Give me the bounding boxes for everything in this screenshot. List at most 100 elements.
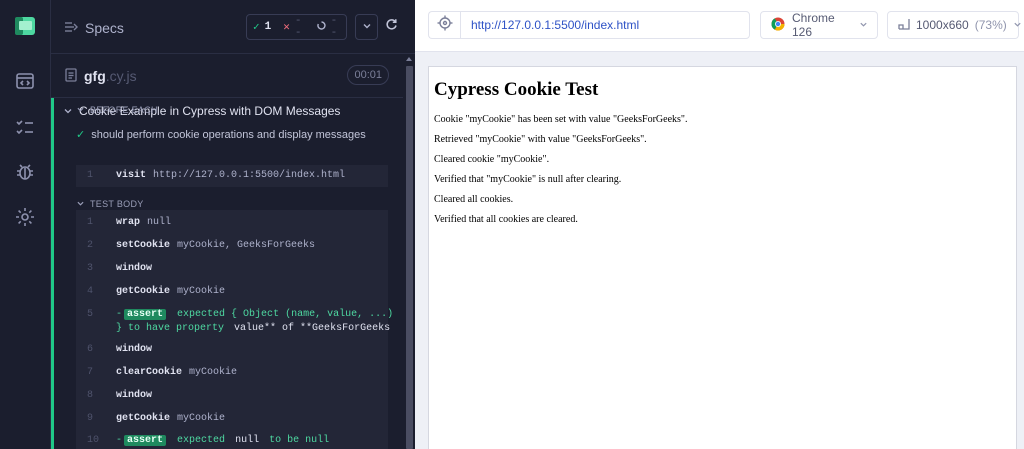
aut-iframe[interactable]: Cypress Cookie Test Cookie "myCookie" ha… xyxy=(428,66,1017,449)
cypress-logo-icon[interactable] xyxy=(14,16,36,36)
message-line: Verified that all cookies are cleared. xyxy=(434,214,578,225)
command-row[interactable]: 2 setCookie myCookie, GeeksForGeeks xyxy=(76,236,388,256)
command-name: visit xyxy=(116,170,147,181)
failed-stat: ✕ -- xyxy=(277,15,310,39)
command-row[interactable]: 1 visit http://127.0.0.1:5500/index.html xyxy=(76,166,388,186)
command-number: 2 xyxy=(87,240,94,251)
command-number: 10 xyxy=(87,435,100,446)
command-name: getCookie xyxy=(116,413,171,424)
command-row[interactable]: 9 getCookie myCookie xyxy=(76,409,388,429)
before-each-hook-title[interactable]: BEFORE EACH xyxy=(77,105,158,115)
chevron-down-icon xyxy=(859,18,868,32)
passed-count: 1 xyxy=(264,21,272,33)
command-name: wrap xyxy=(116,217,141,228)
gear-icon[interactable] xyxy=(14,206,36,228)
crosshair-icon xyxy=(437,15,453,36)
command-number: 9 xyxy=(87,413,94,424)
assert-message-line2: } to have property xyxy=(116,323,225,334)
command-name: window xyxy=(116,344,153,355)
spec-duration-badge: 00:01 xyxy=(347,65,389,85)
pending-count: -- xyxy=(330,15,338,39)
specs-link[interactable]: Specs xyxy=(64,18,124,38)
assert-value: null xyxy=(235,435,260,446)
document-icon xyxy=(65,68,77,87)
command-args: myCookie xyxy=(189,367,238,378)
chevron-down-icon xyxy=(64,104,72,118)
test-body-hook-title[interactable]: TEST BODY xyxy=(77,199,144,209)
command-row[interactable]: 3 window xyxy=(76,259,388,279)
assert-tail: to be null xyxy=(269,435,330,446)
reporter-header: Specs ✓ 1 ✕ -- -- xyxy=(51,0,415,54)
check-icon: ✓ xyxy=(76,129,86,141)
check-icon: ✓ xyxy=(253,22,260,34)
scrollbar-thumb[interactable] xyxy=(406,66,413,449)
command-row[interactable]: 8 window xyxy=(76,386,388,406)
reload-icon xyxy=(385,18,398,36)
message-line: Cleared cookie "myCookie". xyxy=(434,154,550,165)
aut-browser-area: http://127.0.0.1:5500/index.html Chrome … xyxy=(415,0,1024,449)
list-checks-icon[interactable] xyxy=(14,116,36,138)
bug-icon[interactable] xyxy=(14,161,36,183)
command-number: 4 xyxy=(87,286,94,297)
reporter-scrollbar[interactable] xyxy=(403,54,415,449)
assert-row[interactable]: 5 - assert expected { Object (name, value… xyxy=(76,305,393,337)
command-number: 1 xyxy=(87,170,94,181)
pending-stat: -- xyxy=(311,15,346,39)
command-name: clearCookie xyxy=(116,367,183,378)
message-line: Retrieved "myCookie" with value "GeeksFo… xyxy=(434,134,647,145)
before-each-commands: 1 visit http://127.0.0.1:5500/index.html xyxy=(76,165,388,187)
assert-message-line1: expected { Object (name, value, ...) xyxy=(177,309,394,320)
selector-playground-button[interactable] xyxy=(428,11,460,39)
pending-circle-icon xyxy=(316,20,326,34)
chrome-icon xyxy=(771,17,785,34)
before-each-label: BEFORE EACH xyxy=(90,105,158,115)
chevron-down-icon xyxy=(77,199,84,209)
suite-pass-bar xyxy=(51,98,54,449)
assert-expected: expected xyxy=(177,435,226,446)
message-line: Cookie "myCookie" has been set with valu… xyxy=(434,114,688,125)
command-name: window xyxy=(116,263,153,274)
run-stats: ✓ 1 ✕ -- -- xyxy=(246,14,347,40)
command-row[interactable]: 7 clearCookie myCookie xyxy=(76,363,388,383)
failed-count: -- xyxy=(294,15,302,39)
viewport-zoom: (73%) xyxy=(974,18,1007,32)
list-arrow-icon xyxy=(64,20,78,37)
message-line: Verified that "myCookie" is null after c… xyxy=(434,174,622,185)
command-args: null xyxy=(147,217,172,228)
url-bar: http://127.0.0.1:5500/index.html Chrome … xyxy=(415,0,1024,52)
browser-name: Chrome 126 xyxy=(792,11,835,39)
spec-file-name[interactable]: gfg.cy.js xyxy=(84,68,137,84)
scroll-up-arrow-icon[interactable] xyxy=(406,57,412,61)
toggle-auto-scroll-button[interactable] xyxy=(355,14,378,40)
x-icon: ✕ xyxy=(283,22,290,34)
test-body-label: TEST BODY xyxy=(90,199,144,209)
chevron-down-icon xyxy=(1013,18,1022,32)
browser-window-icon[interactable] xyxy=(14,70,36,92)
side-nav xyxy=(0,0,51,449)
chevron-down-icon xyxy=(77,105,84,115)
command-row[interactable]: 1 wrap null xyxy=(76,213,388,233)
test-body-commands: 1 wrap null 2 setCookie myCookie, GeeksFor… xyxy=(76,210,393,449)
command-number: 5 xyxy=(87,309,94,320)
command-row[interactable]: 6 window xyxy=(76,340,388,360)
command-name: window xyxy=(116,390,153,401)
chevron-down-icon xyxy=(362,18,372,36)
page-heading: Cypress Cookie Test xyxy=(434,79,599,100)
command-number: 7 xyxy=(87,367,94,378)
command-row[interactable]: 4 getCookie myCookie xyxy=(76,282,388,302)
viewport-selector[interactable]: 1000x660 (73%) xyxy=(887,11,1022,39)
message-line: Cleared all cookies. xyxy=(434,194,514,205)
command-args: http://127.0.0.1:5500/index.html xyxy=(153,170,346,181)
test-title-row[interactable]: ✓ should perform cookie operations and d… xyxy=(76,128,366,142)
command-args: myCookie xyxy=(177,413,226,424)
passed-stat: ✓ 1 xyxy=(247,15,277,39)
command-args: myCookie, GeeksForGeeks xyxy=(177,240,316,251)
rerun-button[interactable] xyxy=(380,14,403,40)
command-number: 6 xyxy=(87,344,94,355)
resize-icon xyxy=(898,18,910,33)
browser-selector[interactable]: Chrome 126 xyxy=(760,11,878,39)
url-display[interactable]: http://127.0.0.1:5500/index.html xyxy=(460,11,750,39)
spec-file-ext: .cy.js xyxy=(105,68,137,84)
command-number: 8 xyxy=(87,390,94,401)
assert-row[interactable]: 10 - assert expected null to be null xyxy=(76,431,388,449)
